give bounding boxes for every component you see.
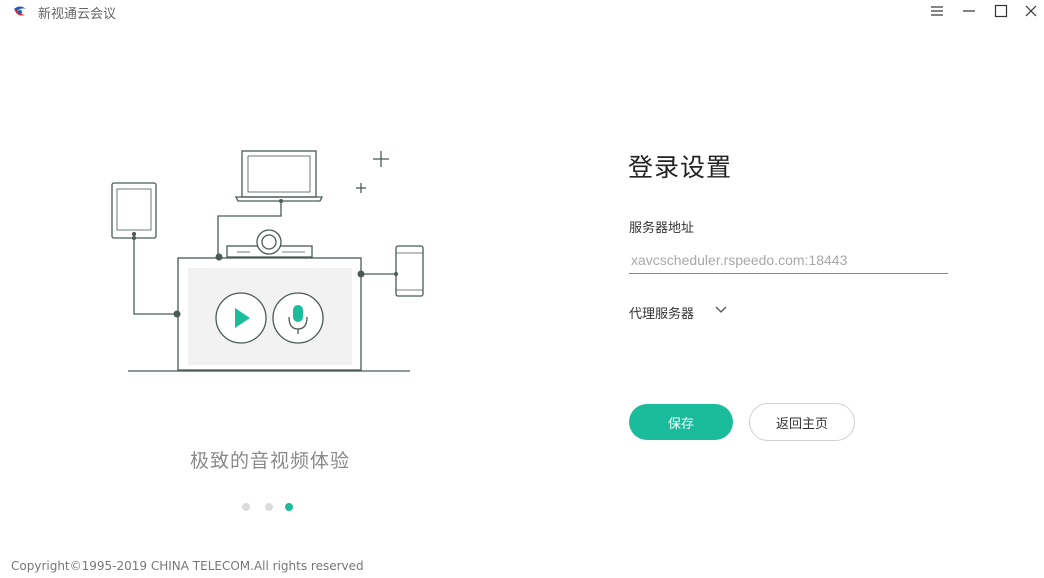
carousel-dot-3[interactable] bbox=[285, 503, 293, 511]
minimize-button[interactable] bbox=[952, 0, 986, 22]
copyright-text: Copyright©1995-2019 CHINA TELECOM.All ri… bbox=[11, 559, 364, 573]
menu-button[interactable] bbox=[920, 0, 954, 22]
proxy-server-label: 代理服务器 bbox=[629, 307, 695, 322]
back-to-home-button[interactable]: 返回主页 bbox=[749, 403, 855, 441]
app-logo-icon bbox=[12, 4, 28, 18]
play-icon bbox=[215, 292, 267, 344]
menu-icon bbox=[931, 6, 943, 16]
video-conference-illustration bbox=[100, 140, 430, 390]
maximize-button[interactable] bbox=[984, 0, 1018, 22]
title-bar: 新视通云会议 bbox=[0, 0, 1044, 24]
close-icon bbox=[1025, 5, 1037, 17]
carousel-slogan: 极致的音视频体验 bbox=[189, 450, 350, 472]
close-button[interactable] bbox=[1014, 0, 1044, 22]
proxy-server-toggle[interactable]: 代理服务器 bbox=[629, 303, 727, 323]
minimize-icon bbox=[963, 10, 975, 12]
microphone-icon bbox=[272, 292, 324, 344]
app-window: 新视通云会议 极致的音视频体验 Copyright©1995-2019 CHIN… bbox=[0, 0, 1044, 578]
carousel-dot-2[interactable] bbox=[265, 503, 273, 511]
form-title: 登录设置 bbox=[628, 153, 733, 182]
chevron-down-icon bbox=[715, 306, 727, 313]
maximize-icon bbox=[994, 4, 1008, 18]
server-address-label: 服务器地址 bbox=[629, 221, 695, 236]
server-address-input[interactable] bbox=[629, 246, 948, 274]
save-button[interactable]: 保存 bbox=[629, 404, 733, 440]
carousel-dot-1[interactable] bbox=[242, 503, 250, 511]
app-title: 新视通云会议 bbox=[38, 7, 117, 22]
